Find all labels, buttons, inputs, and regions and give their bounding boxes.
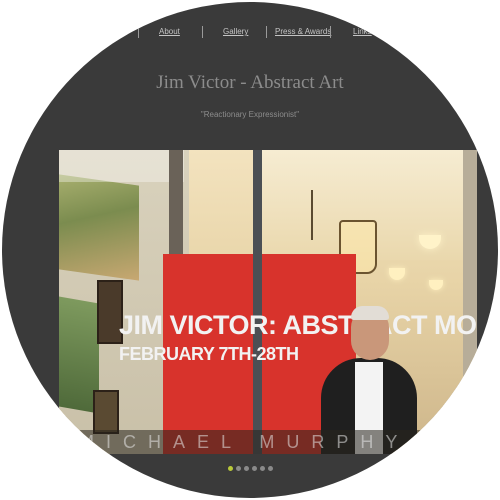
page-viewport: About Gallery Press & Awards Links Jim V… bbox=[2, 2, 498, 498]
lamp-cord bbox=[311, 190, 313, 240]
top-navigation: About Gallery Press & Awards Links bbox=[2, 24, 498, 40]
nav-separator bbox=[266, 26, 267, 38]
window-frame bbox=[463, 150, 477, 454]
window-lettering: MICHAEL MURPHY bbox=[79, 432, 410, 452]
nav-separator bbox=[330, 26, 331, 38]
slide-dot-6[interactable] bbox=[267, 466, 273, 471]
nav-link-gallery[interactable]: Gallery bbox=[223, 27, 248, 36]
nav-link-press-awards[interactable]: Press & Awards bbox=[275, 27, 331, 36]
slide-dot-3[interactable] bbox=[243, 466, 249, 471]
window-mullion bbox=[253, 150, 262, 454]
site-tagline: "Reactionary Expressionist" bbox=[200, 110, 300, 119]
banner-headline: JIM VICTOR: ABSTRACT MORE bbox=[119, 310, 477, 340]
site-title: Jim Victor - Abstract Art bbox=[156, 72, 344, 93]
nav-link-about[interactable]: About bbox=[159, 27, 180, 36]
slideshow-image[interactable]: JIM VICTOR: ABSTRACT MORE FEBRUARY 7TH-2… bbox=[59, 150, 477, 454]
slide-dot-4[interactable] bbox=[251, 466, 257, 471]
nav-link-links[interactable]: Links bbox=[353, 27, 372, 36]
nav-separator bbox=[138, 26, 139, 38]
artist-hair bbox=[351, 306, 389, 320]
window-reflection bbox=[59, 150, 184, 182]
slideshow-pagination bbox=[2, 458, 498, 471]
banner-dates: FEBRUARY 7TH-28TH bbox=[119, 344, 299, 364]
slide-dot-5[interactable] bbox=[259, 466, 265, 471]
framed-painting bbox=[93, 390, 119, 434]
landscape-painting bbox=[59, 174, 139, 281]
slide-dot-1[interactable] bbox=[227, 466, 233, 471]
slide-dot-2[interactable] bbox=[235, 466, 241, 471]
nav-separator bbox=[202, 26, 203, 38]
